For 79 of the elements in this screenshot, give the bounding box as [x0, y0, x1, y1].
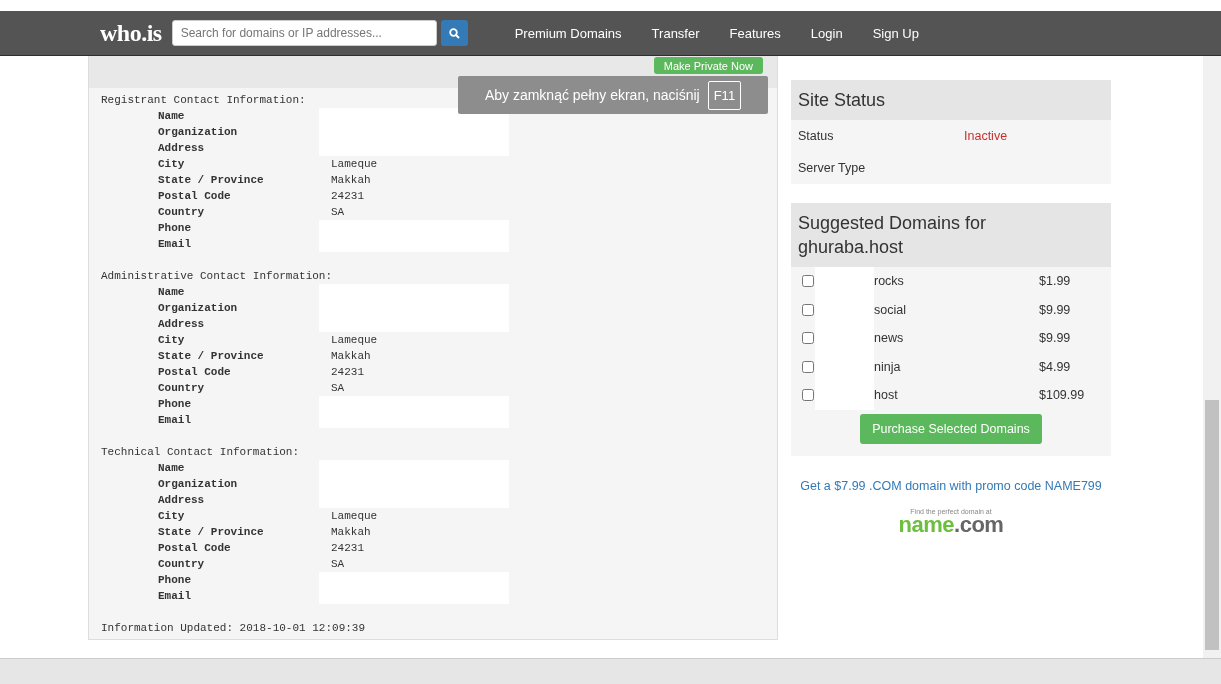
field-label: Postal Code [157, 189, 232, 204]
field-value: SA [331, 381, 345, 396]
field-label: Country [157, 557, 206, 572]
field-value: Lameque [331, 333, 378, 348]
field-label: Organization [157, 477, 239, 492]
nav-link[interactable]: Login [810, 25, 843, 41]
domain-price: $9.99 [1039, 331, 1071, 346]
field-label: State / Province [157, 525, 265, 540]
nav-link[interactable]: Premium Domains [514, 25, 622, 41]
key-label: F11 [707, 80, 742, 110]
status-value: Inactive [964, 129, 1008, 143]
field-label: State / Province [157, 349, 265, 364]
status-label: Status [798, 129, 835, 143]
field-value: Lameque [331, 509, 378, 524]
domain-name: ninja [874, 359, 902, 374]
field-value: Makkah [331, 349, 371, 364]
panel-title: Suggested Domains for ghuraba.host [791, 203, 1111, 267]
field-label: Address [157, 141, 206, 156]
domain-price: $4.99 [1039, 359, 1071, 374]
domain-price: $1.99 [1039, 274, 1071, 289]
panel-title: Site Status [791, 80, 1111, 120]
domain-name: rocks [874, 274, 905, 289]
domain-checkbox[interactable] [802, 332, 814, 345]
promo-link[interactable]: Get a $7.99 .COM domain with promo code NAME799 [800, 478, 1102, 493]
domain-checkbox[interactable] [802, 360, 814, 373]
field-label: Name [157, 285, 186, 300]
field-label: Phone [157, 397, 192, 412]
field-label: Name [157, 109, 186, 124]
field-value: SA [331, 205, 345, 220]
domain-name: social [874, 302, 907, 317]
domain-checkbox[interactable] [802, 275, 814, 288]
scrollbar-thumb[interactable] [1205, 400, 1219, 650]
field-value: Makkah [331, 525, 371, 540]
field-value: SA [331, 557, 345, 572]
nav-link[interactable]: Features [729, 25, 781, 41]
domain-name: news [874, 331, 905, 346]
field-label: Organization [157, 301, 239, 316]
section-heading: Administrative Contact Information: [101, 269, 333, 284]
field-label: Email [157, 237, 192, 252]
field-label: Organization [157, 125, 239, 140]
domain-price: $9.99 [1039, 302, 1071, 317]
field-value: 24231 [331, 541, 364, 556]
field-label: Email [157, 589, 192, 604]
field-label: Phone [157, 573, 192, 588]
field-label: Country [157, 381, 206, 396]
field-value: 24231 [331, 189, 364, 204]
field-label: City [157, 157, 186, 172]
field-label: Address [157, 317, 206, 332]
field-label: Postal Code [157, 541, 232, 556]
redacted-block [815, 381, 874, 410]
field-label: City [157, 333, 186, 348]
section-heading: Registrant Contact Information: [101, 93, 306, 108]
logo[interactable]: name.com [898, 514, 1004, 535]
field-label: Address [157, 493, 206, 508]
field-label: Phone [157, 221, 192, 236]
field-value: Makkah [331, 173, 371, 188]
domain-checkbox[interactable] [802, 303, 814, 316]
site-logo[interactable]: who.is [100, 19, 162, 47]
nav-link[interactable]: Transfer [651, 25, 700, 41]
updated-text: Information Updated: 2018-10-01 12:09:39 [101, 621, 366, 636]
status-label: Server Type [798, 161, 867, 175]
section-heading: Technical Contact Information: [101, 445, 300, 460]
field-value: 24231 [331, 365, 364, 380]
domain-checkbox[interactable] [802, 389, 814, 402]
field-value: Lameque [331, 157, 378, 172]
field-label: State / Province [157, 173, 265, 188]
redacted-block [815, 267, 874, 296]
field-label: Name [157, 461, 186, 476]
field-label: Country [157, 205, 206, 220]
field-label: City [157, 509, 186, 524]
nav-link[interactable]: Sign Up [872, 25, 919, 41]
domain-price: $109.99 [1039, 388, 1085, 403]
domain-name: host [874, 388, 899, 403]
notice-text: Aby zamknąć pełny ekran, naciśnij [484, 87, 700, 103]
search-button[interactable] [440, 20, 468, 46]
search-icon [448, 27, 460, 39]
field-label: Postal Code [157, 365, 232, 380]
field-label: Email [157, 413, 192, 428]
search-field[interactable]: Search for domains or IP addresses... [171, 20, 437, 46]
